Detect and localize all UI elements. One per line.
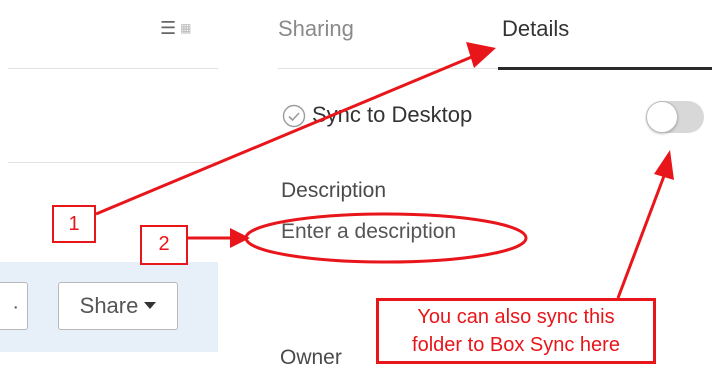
sync-check-icon (282, 104, 306, 128)
toggle-knob (646, 101, 678, 133)
active-tab-indicator (498, 67, 712, 70)
share-button[interactable]: Share (58, 282, 178, 330)
sync-note-box: You can also sync this folder to Box Syn… (376, 298, 656, 364)
file-list-pane: ☰▦ · Share (0, 0, 232, 370)
tab-details[interactable]: Details (502, 16, 569, 42)
owner-label: Owner (280, 346, 342, 369)
arrow-to-toggle (616, 175, 666, 299)
share-button-label: Share (79, 293, 139, 318)
more-options-button[interactable]: · (0, 282, 28, 330)
grid-view-icon[interactable]: ▦ (180, 21, 195, 35)
arrowhead-description (230, 228, 250, 248)
view-toggle[interactable]: ☰▦ (160, 18, 195, 39)
tab-sharing[interactable]: Sharing (278, 16, 354, 42)
caret-down-icon (144, 302, 157, 309)
sync-to-desktop-label: Sync to Desktop (312, 102, 473, 127)
sync-toggle[interactable] (646, 101, 704, 133)
arrowhead-toggle (654, 150, 674, 180)
note-line-1: You can also sync this (417, 306, 615, 328)
divider (8, 68, 218, 69)
description-input[interactable] (281, 218, 521, 246)
note-line-2: folder to Box Sync here (412, 334, 620, 356)
list-view-icon[interactable]: ☰ (160, 18, 180, 38)
divider (8, 162, 218, 163)
arrowhead-details (466, 42, 496, 68)
description-label: Description (281, 179, 387, 202)
